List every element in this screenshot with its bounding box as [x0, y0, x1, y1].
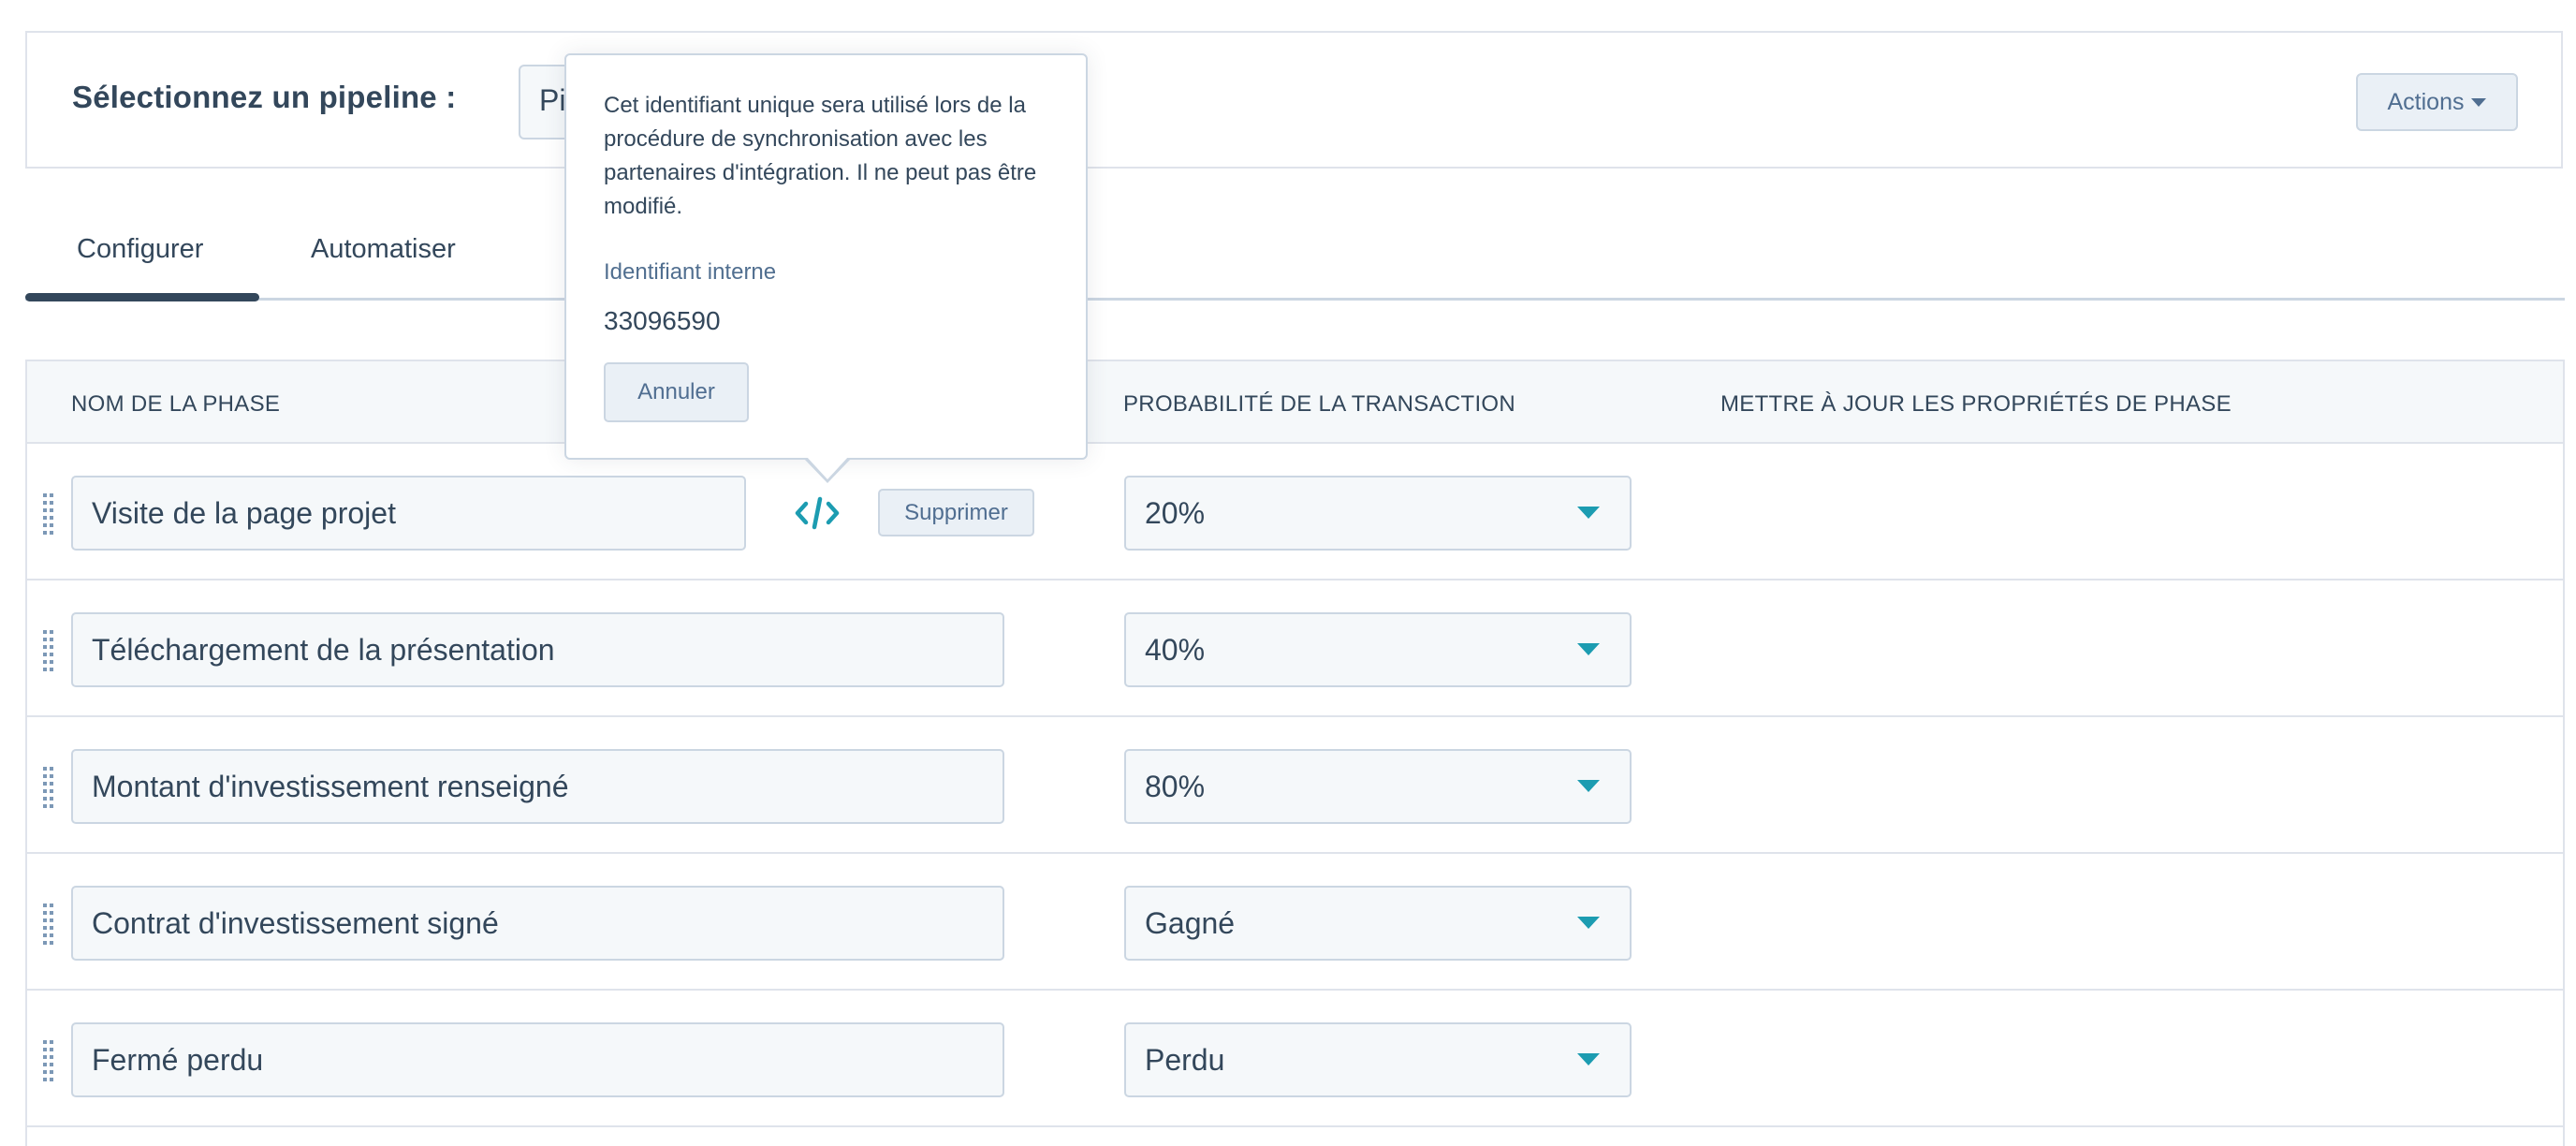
- column-header-probability: PROBABILITÉ DE LA TRANSACTION: [1123, 391, 1516, 417]
- caret-down-icon: [1577, 917, 1600, 929]
- table-row: Supprimer 20%: [27, 444, 2563, 580]
- probability-value: 80%: [1145, 770, 1206, 803]
- probability-value: 40%: [1145, 633, 1206, 667]
- probability-select[interactable]: 20%: [1124, 476, 1632, 551]
- pipeline-header: Sélectionnez un pipeline : Pi Actions: [25, 31, 2563, 169]
- delete-stage-button[interactable]: Supprimer: [878, 489, 1034, 536]
- pipeline-select-value: Pi: [539, 83, 566, 117]
- caret-down-icon: [1577, 1053, 1600, 1065]
- stages-table: NOM DE LA PHASE PROBABILITÉ DE LA TRANSA…: [25, 360, 2565, 1146]
- column-header-update-properties: METTRE À JOUR LES PROPRIÉTÉS DE PHASE: [1720, 391, 2232, 417]
- column-header-name: NOM DE LA PHASE: [71, 391, 281, 417]
- table-header: NOM DE LA PHASE PROBABILITÉ DE LA TRANSA…: [27, 361, 2563, 444]
- drag-handle-icon[interactable]: [43, 1040, 54, 1081]
- table-row: 80%: [27, 717, 2563, 854]
- probability-select[interactable]: Perdu: [1124, 1022, 1632, 1097]
- tabs: Configurer Automatiser: [25, 215, 2565, 301]
- internal-id-popover: Cet identifiant unique sera utilisé lors…: [564, 53, 1088, 460]
- internal-id-value: 33096590: [604, 306, 721, 335]
- caret-down-icon: [2471, 97, 2487, 107]
- popover-arrow-fill: [806, 456, 849, 479]
- drag-handle-icon[interactable]: [43, 493, 54, 535]
- tab-automate[interactable]: Automatiser: [311, 234, 456, 265]
- active-tab-indicator: [25, 293, 259, 301]
- internal-id-label: Identifiant interne: [604, 259, 777, 285]
- caret-down-icon: [1577, 507, 1600, 519]
- actions-button[interactable]: Actions: [2356, 73, 2518, 131]
- stage-name-input[interactable]: [71, 612, 1004, 687]
- table-row: Perdu: [27, 991, 2563, 1127]
- probability-select[interactable]: Gagné: [1124, 886, 1632, 961]
- code-icon[interactable]: [795, 496, 840, 530]
- caret-down-icon: [1577, 780, 1600, 792]
- stage-name-input[interactable]: [71, 1022, 1004, 1097]
- caret-down-icon: [1577, 643, 1600, 655]
- stage-name-input[interactable]: [71, 886, 1004, 961]
- probability-value: Gagné: [1145, 906, 1236, 940]
- pipeline-label: Sélectionnez un pipeline :: [72, 80, 457, 114]
- table-row: 40%: [27, 580, 2563, 717]
- tab-track: [25, 298, 2565, 301]
- probability-value: 20%: [1145, 496, 1206, 530]
- popover-description: Cet identifiant unique sera utilisé lors…: [604, 93, 1037, 219]
- tab-configure[interactable]: Configurer: [77, 234, 203, 265]
- cancel-button[interactable]: Annuler: [604, 362, 749, 422]
- probability-select[interactable]: 80%: [1124, 749, 1632, 824]
- probability-value: Perdu: [1145, 1043, 1225, 1077]
- probability-select[interactable]: 40%: [1124, 612, 1632, 687]
- actions-label: Actions: [2387, 88, 2465, 115]
- drag-handle-icon[interactable]: [43, 630, 54, 671]
- drag-handle-icon[interactable]: [43, 904, 54, 945]
- stage-name-input[interactable]: [71, 476, 746, 551]
- drag-handle-icon[interactable]: [43, 767, 54, 808]
- stage-name-input[interactable]: [71, 749, 1004, 824]
- table-row: Gagné: [27, 854, 2563, 991]
